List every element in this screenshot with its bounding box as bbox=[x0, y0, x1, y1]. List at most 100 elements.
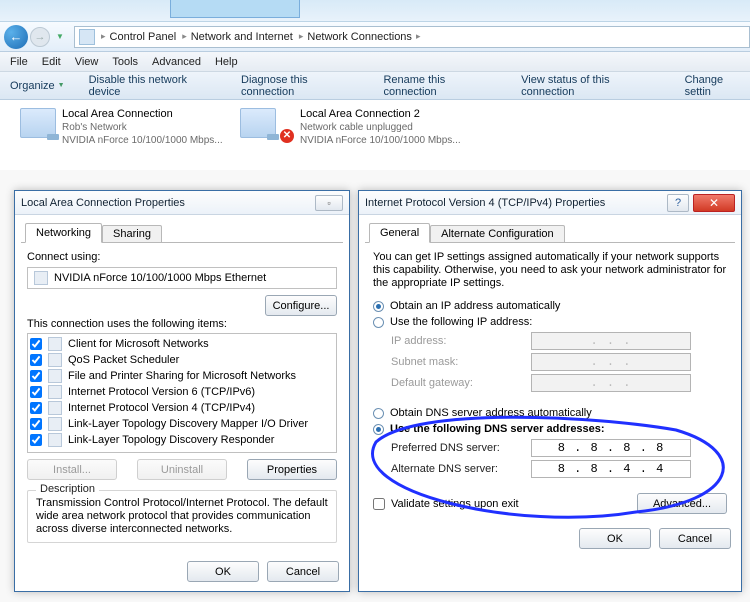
breadcrumb-3[interactable]: ▸Network Connections▸ bbox=[295, 31, 425, 43]
chk-client-ms[interactable] bbox=[30, 338, 42, 350]
chk-file-print[interactable] bbox=[30, 370, 42, 382]
cancel-button[interactable]: Cancel bbox=[267, 561, 339, 582]
items-label: This connection uses the following items… bbox=[27, 318, 337, 330]
adapter-icon bbox=[34, 271, 48, 285]
menu-bar: File Edit View Tools Advanced Help bbox=[0, 52, 750, 72]
radio-icon bbox=[373, 424, 384, 435]
install-button[interactable]: Install... bbox=[27, 459, 117, 480]
connection-device: NVIDIA nForce 10/100/1000 Mbps... bbox=[300, 134, 461, 147]
radio-icon bbox=[373, 317, 384, 328]
cmd-disable[interactable]: Disable this network device bbox=[89, 74, 217, 98]
item-ipv6: Internet Protocol Version 6 (TCP/IPv6) bbox=[68, 384, 255, 400]
validate-checkbox[interactable] bbox=[373, 498, 385, 510]
item-client-ms: Client for Microsoft Networks bbox=[68, 336, 209, 352]
ok-button[interactable]: OK bbox=[187, 561, 259, 582]
proto-icon bbox=[48, 417, 62, 431]
radio-icon bbox=[373, 301, 384, 312]
chk-ipv4[interactable] bbox=[30, 402, 42, 414]
help-button[interactable]: ? bbox=[667, 194, 689, 212]
cmd-organize[interactable]: Organize▼ bbox=[10, 80, 65, 92]
alt-dns-input[interactable]: 8 . 8 . 4 . 4 bbox=[531, 460, 691, 478]
item-file-print: File and Printer Sharing for Microsoft N… bbox=[68, 368, 296, 384]
menu-view[interactable]: View bbox=[75, 56, 99, 68]
radio-ip-auto[interactable]: Obtain an IP address automatically bbox=[373, 300, 727, 312]
radio-dns-auto[interactable]: Obtain DNS server address automatically bbox=[373, 407, 727, 419]
cmd-rename[interactable]: Rename this connection bbox=[383, 74, 497, 98]
connection-status: Network cable unplugged bbox=[300, 121, 461, 134]
command-bar: Organize▼ Disable this network device Di… bbox=[0, 72, 750, 100]
item-lltd-responder: Link-Layer Topology Discovery Responder bbox=[68, 432, 274, 448]
radio-dns-manual[interactable]: Use the following DNS server addresses: bbox=[373, 423, 727, 435]
tab-sharing[interactable]: Sharing bbox=[102, 225, 162, 243]
connections-pane: Local Area Connection Rob's Network NVID… bbox=[0, 100, 750, 170]
menu-tools[interactable]: Tools bbox=[112, 56, 138, 68]
pref-dns-label: Preferred DNS server: bbox=[391, 442, 531, 454]
breadcrumb-2[interactable]: ▸Network and Internet bbox=[178, 31, 293, 43]
tab-alternate[interactable]: Alternate Configuration bbox=[430, 225, 565, 243]
info-text: You can get IP settings assigned automat… bbox=[373, 251, 727, 290]
cancel-button[interactable]: Cancel bbox=[659, 528, 731, 549]
connection-status: Rob's Network bbox=[62, 121, 223, 134]
gateway-input: . . . bbox=[531, 374, 691, 392]
advanced-button[interactable]: Advanced... bbox=[637, 493, 727, 514]
gateway-label: Default gateway: bbox=[391, 377, 531, 389]
properties-button[interactable]: Properties bbox=[247, 459, 337, 480]
qos-icon bbox=[48, 353, 62, 367]
network-adapter-icon bbox=[20, 108, 56, 138]
menu-file[interactable]: File bbox=[10, 56, 28, 68]
share-icon bbox=[48, 369, 62, 383]
tab-general[interactable]: General bbox=[369, 223, 430, 243]
subnet-label: Subnet mask: bbox=[391, 356, 531, 368]
menu-help[interactable]: Help bbox=[215, 56, 238, 68]
client-icon bbox=[48, 337, 62, 351]
nav-back-button[interactable]: ← bbox=[4, 25, 28, 49]
nav-history-dropdown[interactable]: ▼ bbox=[56, 32, 68, 41]
alt-dns-label: Alternate DNS server: bbox=[391, 463, 531, 475]
chk-lltd-mapper[interactable] bbox=[30, 418, 42, 430]
dialog-title: Local Area Connection Properties bbox=[21, 197, 185, 209]
lac-properties-dialog: Local Area Connection Properties ▫ Netwo… bbox=[14, 190, 350, 592]
ip-input: . . . bbox=[531, 332, 691, 350]
subnet-input: . . . bbox=[531, 353, 691, 371]
dialog-minimize-aux[interactable]: ▫ bbox=[315, 195, 343, 211]
tab-networking[interactable]: Networking bbox=[25, 223, 102, 243]
menu-advanced[interactable]: Advanced bbox=[152, 56, 201, 68]
location-icon bbox=[79, 29, 95, 45]
proto-icon bbox=[48, 385, 62, 399]
proto-icon bbox=[48, 401, 62, 415]
cmd-change[interactable]: Change settin bbox=[685, 74, 750, 98]
ip-label: IP address: bbox=[391, 335, 531, 347]
item-ipv4: Internet Protocol Version 4 (TCP/IPv4) bbox=[68, 400, 255, 416]
item-lltd-mapper: Link-Layer Topology Discovery Mapper I/O… bbox=[68, 416, 308, 432]
chk-lltd-responder[interactable] bbox=[30, 434, 42, 446]
ipv4-properties-dialog: Internet Protocol Version 4 (TCP/IPv4) P… bbox=[358, 190, 742, 592]
radio-ip-manual[interactable]: Use the following IP address: bbox=[373, 316, 727, 328]
item-qos: QoS Packet Scheduler bbox=[68, 352, 179, 368]
proto-icon bbox=[48, 433, 62, 447]
breadcrumb-1[interactable]: ▸Control Panel bbox=[97, 31, 176, 43]
connection-item-2[interactable]: ✕ Local Area Connection 2 Network cable … bbox=[240, 108, 461, 147]
connect-using-label: Connect using: bbox=[27, 251, 337, 263]
cmd-viewstatus[interactable]: View status of this connection bbox=[521, 74, 660, 98]
configure-button[interactable]: Configure... bbox=[265, 295, 337, 316]
close-button[interactable]: ✕ bbox=[693, 194, 735, 212]
description-group: Transmission Control Protocol/Internet P… bbox=[27, 490, 337, 543]
cmd-diagnose[interactable]: Diagnose this connection bbox=[241, 74, 359, 98]
address-bar[interactable]: ▸Control Panel ▸Network and Internet ▸Ne… bbox=[74, 26, 750, 48]
connection-title: Local Area Connection 2 bbox=[300, 108, 461, 121]
pref-dns-input[interactable]: 8 . 8 . 8 . 8 bbox=[531, 439, 691, 457]
menu-edit[interactable]: Edit bbox=[42, 56, 61, 68]
connection-device: NVIDIA nForce 10/100/1000 Mbps... bbox=[62, 134, 223, 147]
nav-forward-button[interactable]: → bbox=[30, 27, 50, 47]
network-adapter-icon bbox=[240, 108, 276, 138]
uninstall-button[interactable]: Uninstall bbox=[137, 459, 227, 480]
error-x-icon: ✕ bbox=[280, 129, 294, 143]
ok-button[interactable]: OK bbox=[579, 528, 651, 549]
chk-ipv6[interactable] bbox=[30, 386, 42, 398]
connection-item-1[interactable]: Local Area Connection Rob's Network NVID… bbox=[20, 108, 223, 147]
protocol-list[interactable]: Client for Microsoft Networks QoS Packet… bbox=[27, 333, 337, 453]
validate-checkbox-row[interactable]: Validate settings upon exit bbox=[373, 496, 519, 512]
explorer-navbar: ← → ▼ ▸Control Panel ▸Network and Intern… bbox=[0, 22, 750, 52]
adapter-name: NVIDIA nForce 10/100/1000 Mbps Ethernet bbox=[54, 272, 266, 284]
chk-qos[interactable] bbox=[30, 354, 42, 366]
